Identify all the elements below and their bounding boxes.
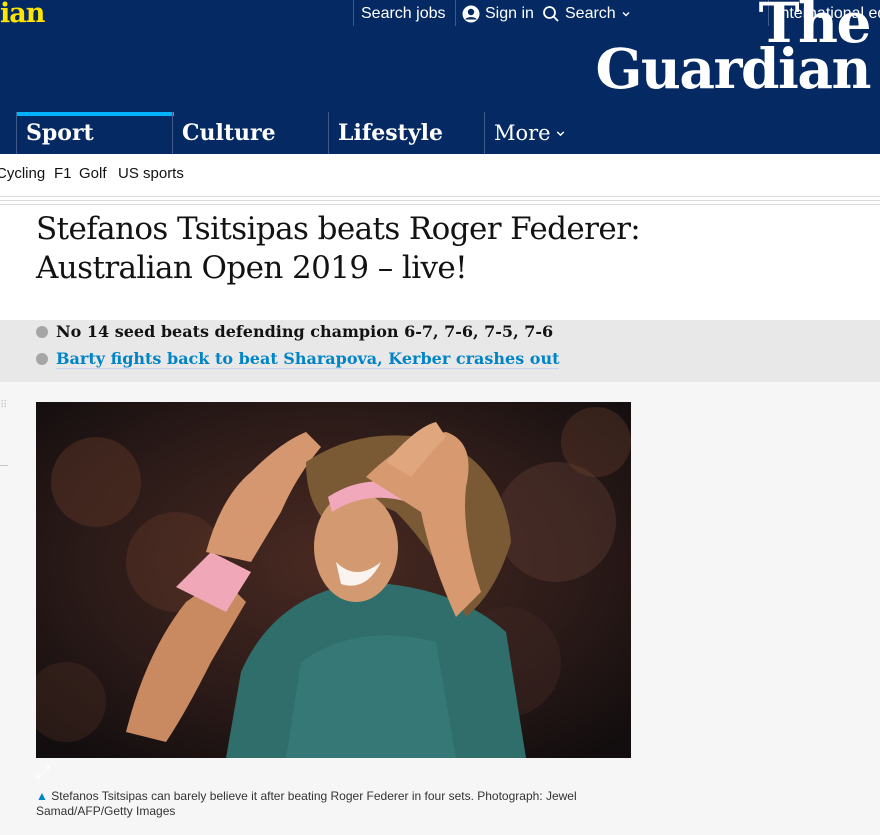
tab-culture[interactable]: Culture: [172, 112, 328, 154]
headline-line-2: Australian Open 2019 – live!: [36, 250, 468, 286]
subnav-link-f1[interactable]: F1: [54, 165, 72, 182]
person-icon: [462, 5, 480, 23]
photo-illustration: [36, 402, 631, 758]
search-jobs-link[interactable]: Search jobs: [361, 5, 446, 23]
subnav-link-golf[interactable]: Golf: [79, 165, 107, 182]
caption-text: Stefanos Tsitsipas can barely believe it…: [36, 789, 577, 818]
chevron-down-icon: [556, 130, 564, 136]
divider: [0, 196, 880, 197]
guardian-logo[interactable]: The Guardian: [580, 0, 871, 101]
search-icon: [543, 6, 559, 22]
divider: [0, 465, 8, 466]
bullet-icon: [36, 353, 48, 365]
expand-icon[interactable]: ⤢: [36, 762, 50, 783]
divider: [0, 200, 880, 201]
tab-lifestyle[interactable]: Lifestyle: [328, 112, 484, 154]
standfirst-text: No 14 seed beats defending champion 6-7,…: [56, 322, 554, 341]
standfirst-item: No 14 seed beats defending champion 6-7,…: [36, 322, 553, 341]
pillar-nav: Sport Culture Lifestyle More: [0, 112, 880, 154]
standfirst-item[interactable]: Barty fights back to beat Sharapova, Ker…: [36, 349, 560, 369]
sign-in-link[interactable]: Sign in: [462, 5, 534, 23]
more-menu-button[interactable]: More: [484, 112, 566, 154]
article-headline: Stefanos Tsitsipas beats Roger Federer: …: [36, 210, 676, 288]
subnav-link-us-sports[interactable]: US sports: [118, 165, 184, 182]
caption-triangle-icon: ▲: [36, 789, 48, 803]
photo-caption: ▲ Stefanos Tsitsipas can barely believe …: [36, 789, 596, 819]
divider: [0, 204, 880, 205]
header-divider: [455, 0, 456, 26]
tab-culture-label: Culture: [182, 120, 276, 146]
grip-icon: ⠿: [0, 400, 8, 411]
main-photo[interactable]: [36, 402, 631, 758]
tab-sport-label: Sport: [26, 120, 94, 146]
tab-lifestyle-label: Lifestyle: [338, 120, 443, 146]
sign-in-label: Sign in: [485, 5, 534, 22]
brand-fragment[interactable]: ian: [0, 0, 45, 29]
tab-sport[interactable]: Sport: [16, 112, 174, 154]
bullet-icon: [36, 325, 48, 338]
headline-line-1: Stefanos Tsitsipas beats Roger Federer:: [36, 211, 641, 247]
more-label: More: [494, 121, 551, 145]
search-jobs-label: Search jobs: [361, 5, 446, 22]
header-divider: [353, 0, 354, 26]
subnav-link-cycling[interactable]: Cycling: [0, 165, 45, 182]
standfirst-link[interactable]: Barty fights back to beat Sharapova, Ker…: [56, 349, 560, 369]
logo-line-guardian: Guardian: [595, 36, 871, 101]
